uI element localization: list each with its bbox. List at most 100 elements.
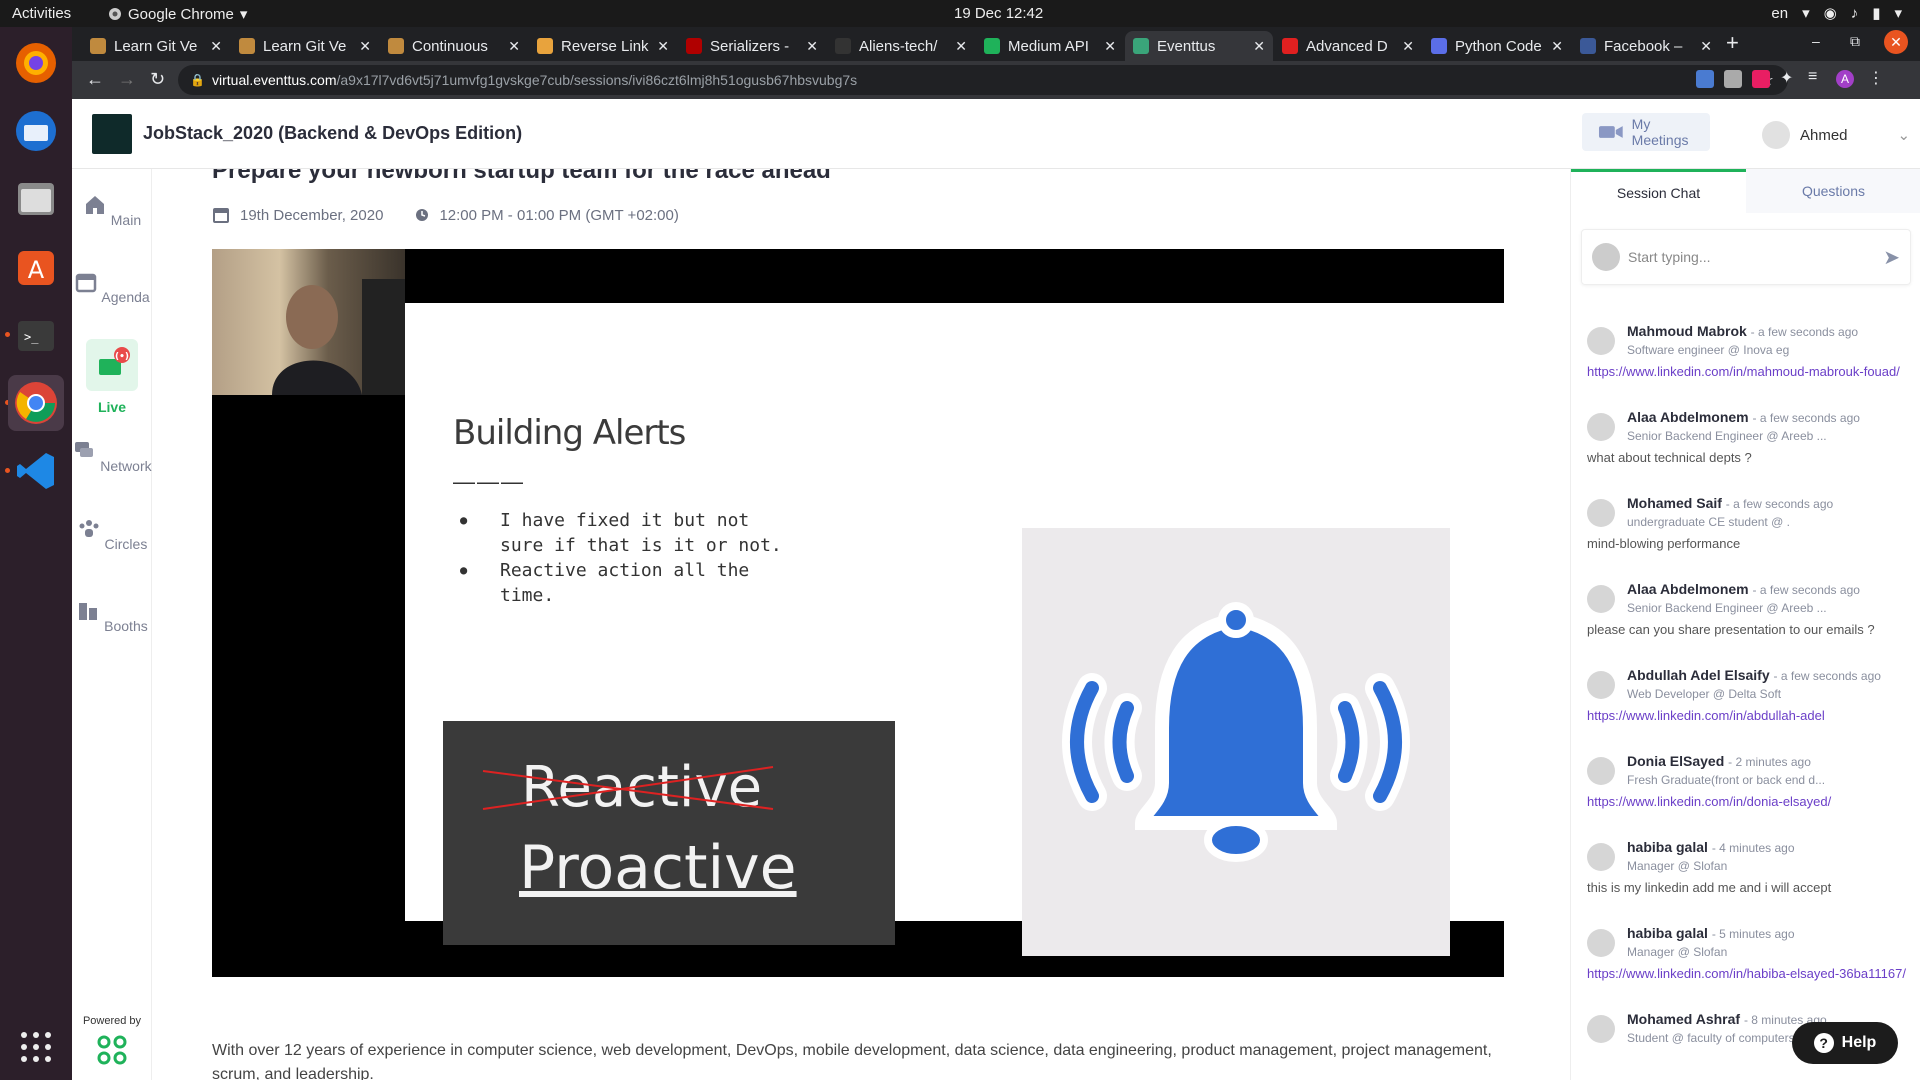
send-icon[interactable]: ➤ (1883, 245, 1900, 270)
browser-tab[interactable]: Continuous ✕ (380, 31, 528, 61)
close-tab-icon[interactable]: ✕ (657, 38, 669, 55)
event-logo[interactable] (92, 114, 132, 154)
chat-input[interactable]: Start typing... ➤ (1581, 229, 1911, 285)
message-text[interactable]: https://www.linkedin.com/in/mahmoud-mabr… (1587, 363, 1907, 381)
message-author[interactable]: Mohamed Ashraf - 8 minutes ago (1627, 1011, 1827, 1027)
close-tab-icon[interactable]: ✕ (806, 38, 818, 55)
session-main: Prepare your newborn startup team for th… (152, 169, 1567, 1080)
browser-tab[interactable]: Eventtus ✕ (1125, 31, 1273, 61)
extension-icon[interactable] (1724, 70, 1742, 88)
my-meetings-label: My Meetings (1631, 116, 1689, 148)
close-tab-icon[interactable]: ✕ (1551, 38, 1563, 55)
software-center-icon[interactable]: A (12, 243, 60, 291)
close-tab-icon[interactable]: ✕ (210, 38, 222, 55)
files-icon[interactable] (12, 175, 60, 223)
browser-tab[interactable]: Learn Git Ve ✕ (231, 31, 379, 61)
media-control-icon[interactable]: ≡ (1808, 68, 1826, 86)
user-menu[interactable]: Ahmed ⌄ (1762, 121, 1910, 149)
bell-alert-icon (1062, 602, 1410, 862)
extension-icon[interactable] (1752, 70, 1770, 88)
message-author[interactable]: Mohamed Saif - a few seconds ago (1627, 495, 1833, 511)
forward-button[interactable]: → (118, 69, 136, 90)
my-meetings-button[interactable]: My Meetings (1582, 113, 1710, 151)
avatar[interactable] (1587, 413, 1615, 441)
thunderbird-icon[interactable] (12, 107, 60, 155)
nav-main[interactable]: Main (72, 193, 152, 228)
system-tray[interactable]: en ▾ ◉ ♪ ▮ ▾ (1771, 4, 1902, 23)
avatar[interactable] (1587, 843, 1615, 871)
author-role: Fresh Graduate(front or back end d... (1627, 773, 1826, 787)
user-name: Ahmed (1800, 126, 1848, 144)
show-applications-icon[interactable] (12, 1023, 60, 1071)
nav-circles[interactable]: Circles (72, 517, 152, 552)
nav-live[interactable]: (•) Live (72, 339, 152, 415)
message-text[interactable]: https://www.linkedin.com/in/abdullah-ade… (1587, 707, 1907, 725)
avatar[interactable] (1587, 757, 1615, 785)
app-menu[interactable]: Google Chrome ▾ (108, 5, 247, 23)
tab-questions[interactable]: Questions (1746, 169, 1920, 213)
profile-avatar-icon[interactable]: A (1836, 70, 1854, 88)
chat-message: Mahmoud Mabrok - a few seconds ago Softwa… (1571, 319, 1920, 405)
close-tab-icon[interactable]: ✕ (359, 38, 371, 55)
vscode-icon[interactable] (12, 447, 60, 495)
avatar[interactable] (1587, 671, 1615, 699)
close-tab-icon[interactable]: ✕ (508, 38, 520, 55)
browser-tab[interactable]: Advanced D ✕ (1274, 31, 1422, 61)
extensions-puzzle-icon[interactable]: ✦ (1780, 68, 1798, 87)
firefox-icon[interactable] (12, 39, 60, 87)
favicon-icon (835, 38, 851, 54)
message-author[interactable]: habiba galal - 4 minutes ago (1627, 839, 1795, 855)
terminal-icon[interactable]: >_ (12, 311, 60, 359)
avatar[interactable] (1587, 929, 1615, 957)
activities-button[interactable]: Activities (12, 5, 71, 22)
back-button[interactable]: ← (86, 69, 104, 90)
favicon-icon (1431, 38, 1447, 54)
address-bar[interactable]: 🔒 virtual.eventtus.com/a9x17l7vd6vt5j71u… (178, 65, 1788, 95)
message-author[interactable]: Mahmoud Mabrok - a few seconds ago (1627, 323, 1858, 339)
browser-tab[interactable]: Python Code ✕ (1423, 31, 1571, 61)
clock[interactable]: 19 Dec 12:42 (954, 5, 1043, 22)
browser-tab[interactable]: Serializers - ✕ (678, 31, 826, 61)
slide-bullets: I have fixed it but not sure if that is … (460, 508, 790, 608)
avatar[interactable] (1587, 327, 1615, 355)
language-indicator[interactable]: en (1771, 5, 1788, 22)
browser-tab[interactable]: Aliens-tech/ ✕ (827, 31, 975, 61)
chrome-icon[interactable] (8, 375, 64, 431)
close-tab-icon[interactable]: ✕ (1104, 38, 1116, 55)
reload-button[interactable]: ↻ (150, 69, 165, 90)
author-name: Abdullah Adel Elsaify (1627, 667, 1770, 683)
message-text[interactable]: https://www.linkedin.com/in/donia-elsaye… (1587, 793, 1907, 811)
message-author[interactable]: Alaa Abdelmonem - a few seconds ago (1627, 409, 1860, 425)
message-author[interactable]: Alaa Abdelmonem - a few seconds ago (1627, 581, 1860, 597)
avatar[interactable] (1587, 585, 1615, 613)
close-tab-icon[interactable]: ✕ (1402, 38, 1414, 55)
avatar[interactable] (1587, 1015, 1615, 1043)
nav-booths[interactable]: Booths (72, 599, 152, 634)
chevron-down-icon: ▾ (1894, 5, 1902, 22)
chrome-menu-icon[interactable]: ⋮ (1868, 68, 1886, 87)
close-tab-icon[interactable]: ✕ (955, 38, 967, 55)
close-tab-icon[interactable]: ✕ (1700, 38, 1712, 55)
message-text[interactable]: https://www.linkedin.com/in/habiba-elsay… (1587, 965, 1907, 983)
message-author[interactable]: Donia ElSayed - 2 minutes ago (1627, 753, 1811, 769)
browser-tab[interactable]: Facebook – ✕ (1572, 31, 1720, 61)
browser-tab[interactable]: Learn Git Ve ✕ (82, 31, 230, 61)
nav-agenda[interactable]: Agenda (72, 270, 152, 305)
close-tab-icon[interactable]: ✕ (1253, 38, 1265, 55)
close-window-button[interactable]: ✕ (1884, 30, 1908, 54)
avatar[interactable] (1587, 499, 1615, 527)
restore-button[interactable]: ⧉ (1850, 33, 1860, 50)
message-author[interactable]: Abdullah Adel Elsaify - a few seconds ag… (1627, 667, 1881, 683)
extension-pen-icon[interactable] (1696, 70, 1714, 88)
author-role: Manager @ Slofan (1627, 945, 1728, 959)
help-button[interactable]: ? Help (1792, 1022, 1898, 1064)
browser-tab[interactable]: Reverse Link ✕ (529, 31, 677, 61)
minimize-button[interactable]: – (1812, 33, 1820, 49)
tab-session-chat[interactable]: Session Chat (1571, 169, 1746, 213)
booth-icon (79, 603, 98, 620)
nav-network[interactable]: Network (72, 439, 152, 474)
video-player[interactable]: Building Alerts ——— I have fixed it but … (212, 249, 1504, 977)
browser-tab[interactable]: Medium API ✕ (976, 31, 1124, 61)
new-tab-button[interactable]: + (1726, 30, 1739, 56)
message-author[interactable]: habiba galal - 5 minutes ago (1627, 925, 1795, 941)
